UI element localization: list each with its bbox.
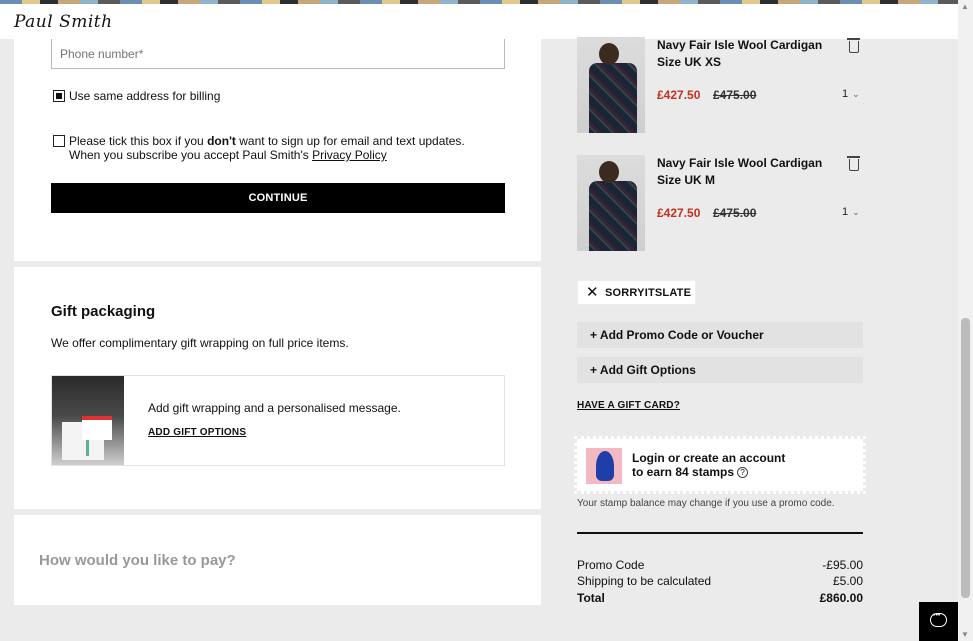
chat-icon [930,612,947,627]
promo-code-label: SORRYITSLATE [605,287,692,299]
gift-packaging-title: Gift packaging [51,303,156,320]
marketing-optout-text: Please tick this box if you don't want t… [69,134,465,162]
add-gift-options-link[interactable]: ADD GIFT OPTIONS [148,427,246,438]
summary-label: Total [577,591,605,605]
quantity-value: 1 [842,88,849,100]
phone-number-field[interactable] [51,39,505,69]
gift-wrap-card: Add gift wrapping and a personalised mes… [51,375,505,466]
gift-wrap-message: Add gift wrapping and a personalised mes… [148,401,401,415]
chevron-down-icon: ⌄ [852,207,860,217]
cart-item: Navy Fair Isle Wool Cardigan Size UK XS … [577,37,867,133]
summary-value: £860.00 [819,591,863,605]
privacy-policy-link[interactable]: Privacy Policy [312,148,387,162]
gift-box-image [52,376,124,465]
product-image[interactable] [577,155,645,251]
add-promo-button[interactable]: + Add Promo Code or Voucher [577,322,863,348]
stamp-portrait-image [586,448,622,484]
chat-button[interactable] [919,602,958,641]
gift-card-link[interactable]: HAVE A GIFT CARD? [577,400,680,411]
summary-label: Promo Code [577,558,645,572]
scrollbar-thumb[interactable] [961,318,970,598]
billing-same-label: Use same address for billing [69,89,221,103]
original-price: £475.00 [713,206,757,220]
add-gift-options-button[interactable]: + Add Gift Options [577,357,863,383]
sale-price: £427.50 [657,206,701,220]
shipping-form-panel: Use same address for billing Please tick… [14,39,541,261]
product-size: Size UK M [657,173,716,187]
summary-value: -£95.00 [822,558,863,572]
summary-label: Shipping to be calculated [577,574,712,588]
header: Paul Smith [0,4,958,39]
payment-heading[interactable]: How would you like to pay? [39,552,236,569]
cart-item: Navy Fair Isle Wool Cardigan Size UK M £… [577,155,867,251]
marketing-optout-checkbox[interactable] [53,135,65,147]
product-name[interactable]: Navy Fair Isle Wool Cardigan [657,37,822,54]
quantity-select[interactable]: 1 ⌄ [842,88,860,100]
payment-panel: How would you like to pay? [14,515,541,605]
product-image[interactable] [577,37,645,133]
gift-packaging-panel: Gift packaging We offer complimentary gi… [14,267,541,509]
quantity-select[interactable]: 1 ⌄ [842,206,860,218]
scrollbar[interactable]: ▲ ▼ [958,0,973,641]
trash-icon[interactable] [847,156,860,171]
billing-same-checkbox[interactable] [53,90,65,102]
sale-price: £427.50 [657,88,701,102]
stamps-banner[interactable]: Login or create an account to earn 84 st… [574,436,866,494]
continue-button[interactable]: CONTINUE [51,183,505,213]
quantity-value: 1 [842,206,849,218]
chevron-down-icon: ⌄ [852,89,860,99]
product-name[interactable]: Navy Fair Isle Wool Cardigan [657,155,822,172]
summary-value: £5.00 [832,574,863,588]
stamp-note: Your stamp balance may change if you use… [577,498,835,509]
applied-promo-chip: ✕ SORRYITSLATE [577,280,696,305]
help-icon[interactable]: ? [737,467,749,479]
trash-icon[interactable] [847,38,860,53]
stamps-text: Login or create an account to earn 84 st… [632,451,786,479]
close-icon[interactable]: ✕ [586,285,599,300]
gift-packaging-description: We offer complimentary gift wrapping on … [51,336,349,350]
logo[interactable]: Paul Smith [14,12,113,32]
summary-divider [577,532,863,534]
scroll-down-icon[interactable]: ▼ [961,630,969,639]
scroll-up-icon[interactable]: ▲ [961,2,969,11]
product-size: Size UK XS [657,55,722,69]
original-price: £475.00 [713,88,757,102]
